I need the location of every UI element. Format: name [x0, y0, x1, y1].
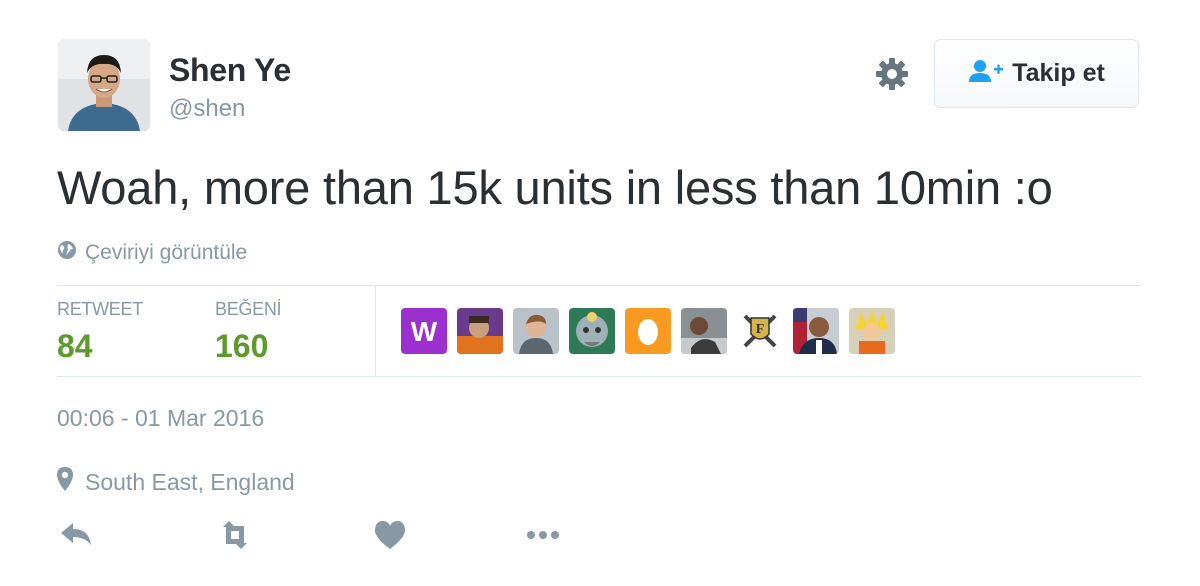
- tweet-location[interactable]: South East, England: [57, 467, 295, 497]
- retweet-icon[interactable]: [215, 515, 255, 555]
- translate-label: Çeviriyi görüntüle: [85, 241, 248, 264]
- liker-avatar[interactable]: F: [737, 308, 783, 354]
- tweet-stats: RETWEET 84 BEĞENİ 160 W F: [57, 285, 1141, 377]
- liker-avatar[interactable]: [457, 308, 503, 354]
- liker-avatar[interactable]: W: [401, 308, 447, 354]
- more-icon[interactable]: [523, 515, 563, 555]
- tweet-card: Shen Ye @shen Takip et Woah, more than 1…: [0, 0, 1200, 586]
- add-user-icon: [968, 59, 1004, 88]
- tweet-timestamp[interactable]: 00:06 - 01 Mar 2016: [57, 405, 264, 432]
- author-name[interactable]: Shen Ye: [169, 52, 291, 89]
- like-icon[interactable]: [370, 515, 410, 555]
- retweet-stat-label: RETWEET: [57, 299, 143, 319]
- reply-icon[interactable]: [57, 515, 97, 555]
- svg-text:F: F: [756, 322, 765, 337]
- like-count: 160: [215, 328, 269, 364]
- liker-avatar[interactable]: [849, 308, 895, 354]
- gear-icon[interactable]: [874, 56, 910, 92]
- stats-divider: [375, 286, 376, 376]
- map-pin-icon: [57, 467, 73, 497]
- liker-avatars: W F: [401, 308, 895, 354]
- globe-icon: [57, 240, 77, 266]
- translate-link[interactable]: Çeviriyi görüntüle: [57, 240, 247, 266]
- liker-avatar[interactable]: [793, 308, 839, 354]
- like-stat[interactable]: BEĞENİ 160: [215, 299, 282, 365]
- liker-avatar[interactable]: [625, 308, 671, 354]
- retweet-stat[interactable]: RETWEET 84: [57, 299, 143, 365]
- liker-avatar[interactable]: [681, 308, 727, 354]
- author-handle[interactable]: @shen: [169, 95, 245, 123]
- like-stat-label: BEĞENİ: [215, 299, 282, 319]
- follow-button-label: Takip et: [1012, 59, 1105, 87]
- retweet-count: 84: [57, 328, 93, 364]
- location-label: South East, England: [85, 468, 295, 495]
- author-avatar[interactable]: [58, 39, 150, 131]
- tweet-text: Woah, more than 15k units in less than 1…: [57, 161, 1053, 214]
- follow-button[interactable]: Takip et: [934, 39, 1139, 108]
- liker-avatar[interactable]: [569, 308, 615, 354]
- svg-text:W: W: [411, 316, 438, 347]
- liker-avatar[interactable]: [513, 308, 559, 354]
